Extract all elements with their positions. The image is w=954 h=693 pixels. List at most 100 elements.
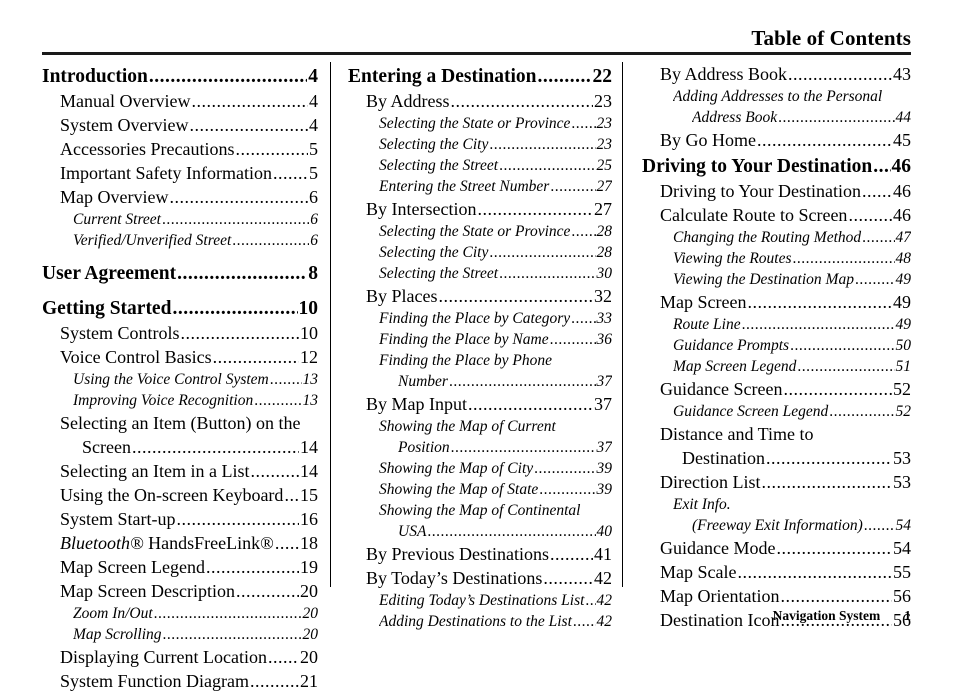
dot-leader: ........................................… (862, 181, 892, 201)
toc-entry[interactable]: System Start-up.........................… (60, 507, 318, 531)
toc-entry-label: (Freeway Exit Information) (692, 517, 863, 534)
dot-leader: ........................................… (250, 461, 299, 481)
toc-entry[interactable]: System Function Diagram.................… (60, 669, 318, 693)
dot-leader: ........................................… (172, 298, 298, 319)
toc-entry[interactable]: Selecting an Item (Button) on the.......… (60, 411, 318, 435)
toc-entry[interactable]: Address Book............................… (692, 107, 911, 128)
toc-entry-page: 20 (302, 626, 319, 643)
toc-entry[interactable]: Adding Addresses to the Personal........… (673, 86, 911, 107)
toc-entry[interactable]: Selecting the City......................… (379, 134, 612, 155)
toc-entry[interactable]: Route Line..............................… (673, 314, 911, 335)
dot-leader: ........................................… (550, 178, 595, 195)
toc-entry[interactable]: Guidance Screen Legend..................… (673, 401, 911, 422)
toc-entry-label: Map Screen (660, 292, 747, 312)
toc-entry-page: 10 (300, 323, 318, 343)
toc-entry[interactable]: Map Screen Description..................… (60, 579, 318, 603)
dot-leader: ........................................… (757, 130, 892, 150)
toc-entry[interactable]: By Places...............................… (366, 284, 612, 308)
toc-entry[interactable]: Getting Started.........................… (42, 296, 318, 321)
toc-entry[interactable]: Important Safety Information............… (60, 161, 318, 185)
toc-entry[interactable]: Current Street..........................… (73, 209, 318, 230)
toc-entry[interactable]: Viewing the Destination Map.............… (673, 269, 911, 290)
toc-entry[interactable]: Showing the Map of State................… (379, 479, 612, 500)
toc-entry[interactable]: By Go Home..............................… (660, 128, 911, 152)
toc-entry[interactable]: Selecting the State or Province.........… (379, 221, 612, 242)
toc-entry[interactable]: Map Scrolling...........................… (73, 624, 318, 645)
toc-entry[interactable]: By Map Input............................… (366, 392, 612, 416)
toc-entry[interactable]: Selecting an Item in a List.............… (60, 459, 318, 483)
toc-entry[interactable]: User Agreement..........................… (42, 261, 318, 286)
toc-entry-label: Map Scale (660, 562, 737, 582)
toc-entry[interactable]: By Address Book.........................… (660, 62, 911, 86)
toc-entry[interactable]: Guidance Prompts........................… (673, 335, 911, 356)
toc-entry[interactable]: (Freeway Exit Information)..............… (692, 515, 911, 536)
toc-entry[interactable]: Changing the Routing Method.............… (673, 227, 911, 248)
toc-entry[interactable]: Selecting the Street....................… (379, 155, 612, 176)
toc-entry-page: 56 (893, 586, 911, 606)
toc-entry[interactable]: Finding the Place by Category...........… (379, 308, 612, 329)
toc-entry-page: 54 (895, 517, 912, 534)
toc-entry[interactable]: Driving to Your Destination.............… (660, 179, 911, 203)
toc-entry[interactable]: Map Overview............................… (60, 185, 318, 209)
toc-entry[interactable]: Using the Voice Control System..........… (73, 369, 318, 390)
toc-entry[interactable]: Destination.............................… (682, 446, 911, 470)
toc-entry[interactable]: Viewing the Routes......................… (673, 248, 911, 269)
toc-entry[interactable]: Using the On-screen Keyboard............… (60, 483, 318, 507)
toc-entry[interactable]: Map Scale...............................… (660, 560, 911, 584)
toc-entry[interactable]: Entering the Street Number..............… (379, 176, 612, 197)
toc-entry[interactable]: Number..................................… (398, 371, 612, 392)
toc-entry[interactable]: Position................................… (398, 437, 612, 458)
toc-entry[interactable]: Accessories Precautions.................… (60, 137, 318, 161)
dot-leader: ........................................… (438, 286, 594, 306)
toc-entry[interactable]: Verified/Unverified Street..............… (73, 230, 318, 251)
toc-entry[interactable]: System Overview.........................… (60, 113, 318, 137)
toc-entry[interactable]: Improving Voice Recognition.............… (73, 390, 318, 411)
page-footer: Navigation System 1 (42, 608, 911, 624)
toc-entry-page: 41 (594, 544, 612, 564)
dot-leader: ........................................… (269, 371, 302, 388)
toc-entry[interactable]: Showing the Map of Continental..........… (379, 500, 612, 521)
toc-entry[interactable]: Direction List..........................… (660, 470, 911, 494)
toc-entry[interactable]: Map Screen..............................… (660, 290, 911, 314)
toc-entry-page: 30 (596, 265, 613, 282)
toc-entry-page: 5 (309, 139, 318, 159)
toc-entry[interactable]: Map Screen Legend.......................… (673, 356, 911, 377)
toc-entry[interactable]: Selecting the City......................… (379, 242, 612, 263)
toc-entry[interactable]: Finding the Place by Name...............… (379, 329, 612, 350)
dot-leader: ........................................… (161, 211, 309, 228)
toc-entry[interactable]: By Previous Destinations................… (366, 542, 612, 566)
toc-entry[interactable]: Map Orientation.........................… (660, 584, 911, 608)
toc-entry[interactable]: Map Screen Legend.......................… (60, 555, 318, 579)
toc-entry[interactable]: Guidance Screen.........................… (660, 377, 911, 401)
toc-entry[interactable]: Exit Info...............................… (673, 494, 911, 515)
dot-leader: ........................................… (254, 392, 302, 409)
toc-entry-page: 10 (298, 298, 319, 319)
toc-entry[interactable]: Showing the Map of City.................… (379, 458, 612, 479)
toc-entry[interactable]: Introduction............................… (42, 64, 318, 89)
toc-entry[interactable]: USA.....................................… (398, 521, 612, 542)
toc-entry[interactable]: Voice Control Basics....................… (60, 345, 318, 369)
toc-entry[interactable]: Calculate Route to Screen...............… (660, 203, 911, 227)
toc-entry[interactable]: Bluetooth® HandsFreeLink®...............… (60, 531, 318, 555)
dot-leader: ........................................… (741, 316, 895, 333)
toc-entry[interactable]: System Controls.........................… (60, 321, 318, 345)
toc-entry[interactable]: Entering a Destination..................… (348, 64, 612, 89)
toc-entry[interactable]: By Address..............................… (366, 89, 612, 113)
toc-entry[interactable]: Finding the Place by Phone..............… (379, 350, 612, 371)
toc-entry-label: Showing the Map of Continental (379, 502, 581, 519)
toc-entry[interactable]: Screen..................................… (82, 435, 318, 459)
toc-entry[interactable]: Driving to Your Destination.............… (642, 154, 911, 179)
toc-entry[interactable]: Showing the Map of Current..............… (379, 416, 612, 437)
toc-entry[interactable]: By Intersection.........................… (366, 197, 612, 221)
toc-entry[interactable]: Guidance Mode...........................… (660, 536, 911, 560)
toc-entry[interactable]: Selecting the Street....................… (379, 263, 612, 284)
dot-leader: ........................................… (854, 271, 895, 288)
toc-entry-label: Adding Addresses to the Personal (673, 88, 883, 105)
toc-entry[interactable]: Distance and Time to....................… (660, 422, 911, 446)
toc-entry-page: 13 (302, 371, 319, 388)
toc-entry[interactable]: By Today’s Destinations.................… (366, 566, 612, 590)
toc-entry-page: 37 (596, 439, 613, 456)
toc-entry[interactable]: Displaying Current Location.............… (60, 645, 318, 669)
toc-entry[interactable]: Selecting the State or Province.........… (379, 113, 612, 134)
toc-entry[interactable]: Manual Overview.........................… (60, 89, 318, 113)
